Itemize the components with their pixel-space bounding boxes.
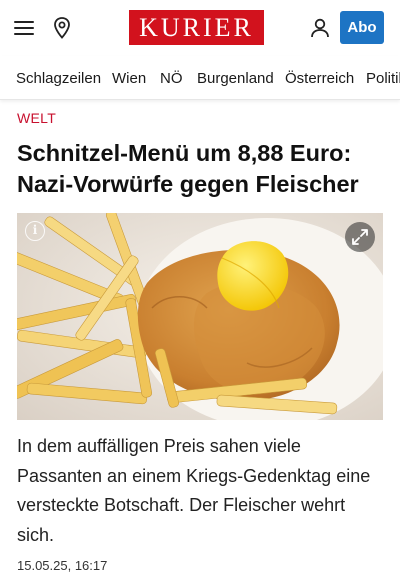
article-category[interactable]: WELT [17,110,56,126]
nav-item-politik[interactable]: Politik [366,70,400,87]
nav-item-oesterreich[interactable]: Österreich [285,70,354,87]
nav-item-burgenland[interactable]: Burgenland [197,70,274,87]
menu-line [14,27,34,29]
top-bar: KURIER Abo [0,0,400,56]
category-nav: Schlagzeilen Wien NÖ Burgenland Österrei… [0,56,400,100]
article-date: 15.05.25, 16:17 [17,558,108,573]
article-lead: In dem auffälligen Preis sahen viele Pas… [17,436,371,545]
expand-icon[interactable] [345,222,375,252]
menu-line [14,33,34,35]
location-pin-icon[interactable] [52,16,72,40]
menu-line [14,21,34,23]
nav-item-schlagzeilen[interactable]: Schlagzeilen [16,70,101,87]
info-icon[interactable]: i [25,221,45,241]
abo-button[interactable]: Abo [340,11,384,44]
kurier-logo[interactable]: KURIER [129,10,264,45]
article-headline[interactable]: Schnitzel-Menü um 8,88 Euro: Nazi-Vorwür… [17,138,389,200]
schnitzel-fries-photo [17,213,383,420]
user-icon[interactable] [308,16,332,40]
menu-icon[interactable] [14,18,36,36]
article-image[interactable]: i [17,213,383,420]
nav-item-noe[interactable]: NÖ [160,70,183,87]
nav-item-wien[interactable]: Wien [112,70,146,87]
